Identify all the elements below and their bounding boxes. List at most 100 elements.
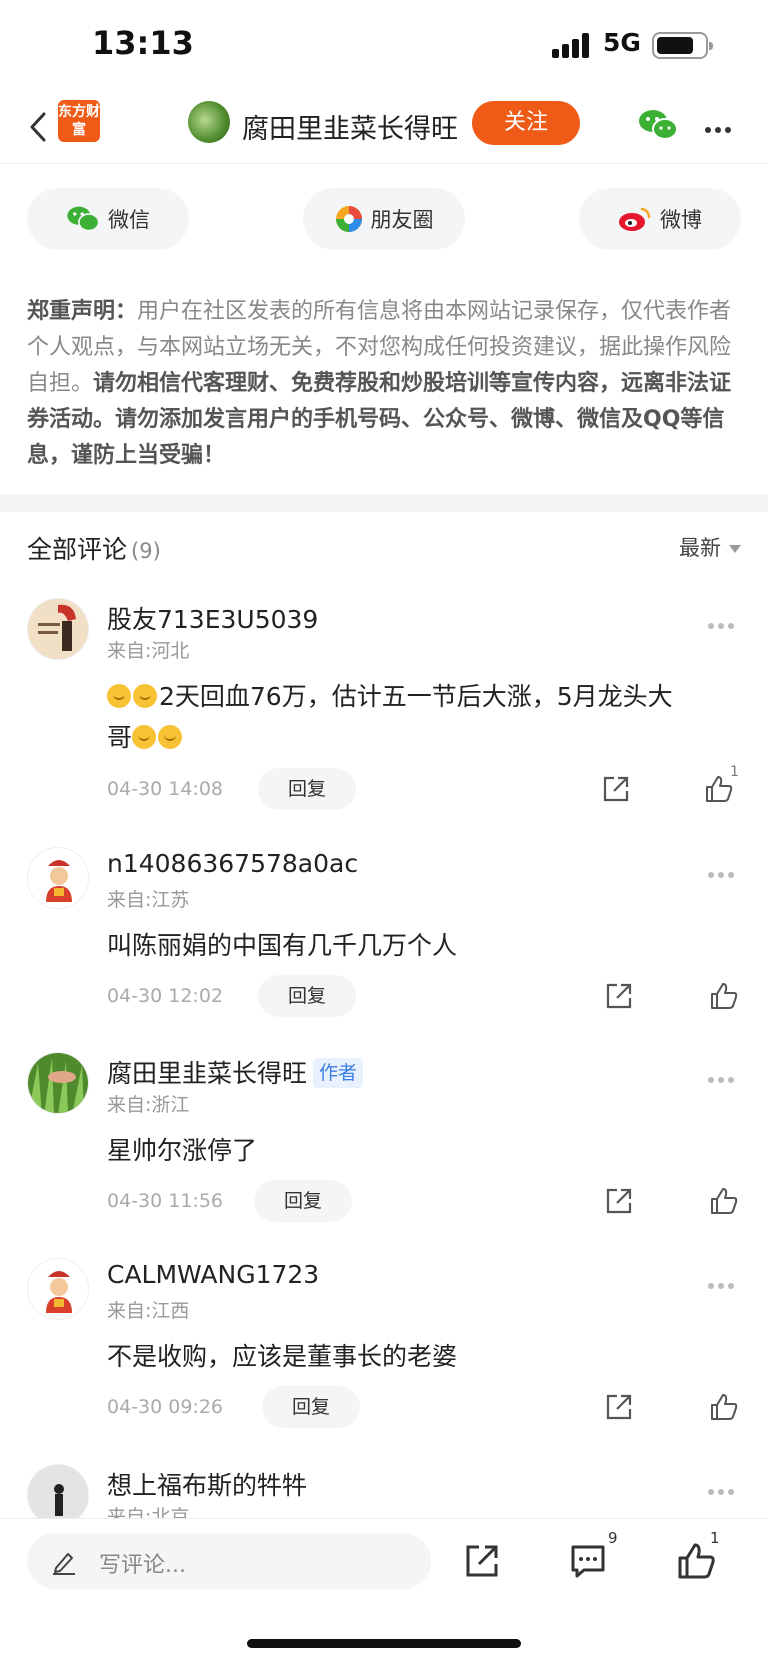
author-badge: 作者: [313, 1058, 364, 1088]
more-options-icon[interactable]: [708, 1068, 738, 1087]
comment-item: CALMWANG1723 来自:江西 不是收购，应该是董事长的老婆 04-30 …: [0, 1258, 768, 1428]
emoji-icon: [133, 684, 157, 708]
network-label: 5G: [603, 28, 641, 57]
share-row: 微信 朋友圈 微博: [0, 188, 768, 252]
comment-username[interactable]: CALMWANG1723: [107, 1260, 319, 1289]
back-icon[interactable]: [26, 108, 56, 146]
more-options-icon[interactable]: [708, 1480, 738, 1499]
like-count: 1: [730, 764, 739, 780]
more-options-icon[interactable]: [708, 614, 738, 633]
share-moments-label: 朋友圈: [370, 208, 434, 232]
comment-count: 9: [608, 1529, 618, 1547]
avatar[interactable]: [27, 1052, 89, 1114]
pencil-icon: [53, 1553, 75, 1575]
disclaimer: 郑重声明：用户在社区发表的所有信息将由本网站记录保存，仅代表作者个人观点，与本网…: [27, 294, 741, 474]
comment-location: 来自:北京: [107, 1506, 190, 1518]
reply-button[interactable]: 回复: [258, 768, 356, 810]
section-divider: [0, 494, 768, 512]
emoji-icon: [107, 684, 131, 708]
comment-location: 来自:浙江: [107, 1094, 190, 1116]
like-icon[interactable]: [676, 1541, 716, 1581]
comments-count: (9): [131, 539, 161, 563]
share-icon[interactable]: [604, 1186, 634, 1216]
top-nav: 东方财富 腐田里韭菜长得旺 关注: [0, 90, 768, 164]
like-icon[interactable]: [709, 1392, 739, 1422]
comment-location: 来自:江苏: [107, 889, 190, 911]
comment-input[interactable]: 写评论...: [27, 1533, 431, 1589]
comment-text: 2天回血76万，估计五一节后大涨，5月龙头大 哥: [107, 676, 737, 758]
caret-down-icon: [729, 545, 741, 553]
comment-username[interactable]: 股友713E3U5039: [107, 600, 318, 636]
sort-dropdown[interactable]: 最新: [679, 532, 741, 562]
comment-text: 叫陈丽娟的中国有几千几万个人: [107, 931, 458, 960]
share-icon[interactable]: [604, 1392, 634, 1422]
comment-time: 04-30 12:02: [107, 985, 224, 1007]
like-icon[interactable]: [709, 981, 739, 1011]
weibo-icon: [619, 207, 651, 231]
avatar[interactable]: [27, 1258, 89, 1320]
share-weibo-button[interactable]: 微博: [579, 188, 741, 250]
comments-title: 全部评论: [27, 535, 128, 564]
home-indicator[interactable]: [247, 1639, 521, 1648]
share-weibo-label: 微博: [660, 208, 702, 232]
status-time: 13:13: [92, 24, 194, 62]
like-count: 1: [710, 1529, 720, 1547]
user-avatar-image: [28, 1465, 88, 1518]
reply-button[interactable]: 回复: [258, 975, 356, 1017]
comment-placeholder: 写评论...: [99, 1553, 186, 1578]
signal-icon: [552, 32, 594, 58]
comment-text-part: 哥: [107, 723, 133, 752]
avatar[interactable]: [27, 847, 89, 909]
avatar[interactable]: [27, 598, 89, 660]
comment-time: 04-30 09:26: [107, 1396, 224, 1418]
like-icon[interactable]: [709, 1186, 739, 1216]
comment-time: 04-30 11:56: [107, 1190, 224, 1212]
comment-text: 不是收购，应该是董事长的老婆: [107, 1342, 458, 1371]
reply-button[interactable]: 回复: [262, 1386, 360, 1428]
comment-item: 腐田里韭菜长得旺 作者 来自:浙江 星帅尔涨停了 04-30 11:56 回复: [0, 1052, 768, 1222]
share-moments-button[interactable]: 朋友圈: [303, 188, 465, 250]
bottom-bar: 写评论... 9 1: [0, 1518, 768, 1662]
user-avatar-image: [28, 1053, 88, 1113]
share-icon[interactable]: [462, 1541, 502, 1581]
page-title: 腐田里韭菜长得旺: [242, 114, 458, 145]
comment-item: 股友713E3U5039 来自:河北 2天回血76万，估计五一节后大涨，5月龙头…: [0, 598, 768, 828]
comment-text: 星帅尔涨停了: [107, 1136, 258, 1165]
avatar[interactable]: [27, 1464, 89, 1518]
share-icon[interactable]: [604, 981, 634, 1011]
disclaimer-label: 郑重声明：: [27, 299, 138, 324]
status-bar: 13:13 5G: [0, 0, 768, 90]
emoji-icon: [132, 725, 157, 749]
user-avatar-image: [28, 848, 88, 908]
comment-text-part: 2天回血76万，估计五一节后大涨，5月龙头大: [159, 682, 673, 711]
more-options-icon[interactable]: [708, 863, 738, 882]
author-avatar[interactable]: [188, 101, 230, 143]
moments-icon: [335, 206, 362, 232]
share-wechat-button[interactable]: 微信: [27, 188, 189, 250]
comment-icon[interactable]: [568, 1541, 608, 1581]
comment-item: 想上福布斯的牪牪 来自:北京: [0, 1464, 768, 1518]
disclaimer-warning: 请勿相信代客理财、免费荐股和炒股培训等宣传内容，远离非法证券活动。请勿添加发言用…: [27, 371, 732, 468]
wechat-icon[interactable]: [638, 108, 678, 142]
reply-button[interactable]: 回复: [254, 1180, 352, 1222]
comment-username[interactable]: 想上福布斯的牪牪: [107, 1466, 307, 1502]
share-wechat-label: 微信: [108, 208, 150, 232]
share-icon[interactable]: [601, 774, 631, 804]
user-avatar-image: [28, 1259, 88, 1319]
wechat-icon: [67, 206, 100, 232]
comment-username[interactable]: n14086367578a0ac: [107, 849, 358, 878]
follow-button[interactable]: 关注: [472, 101, 580, 145]
user-avatar-image: [28, 599, 88, 659]
comment-username[interactable]: 腐田里韭菜长得旺 作者: [107, 1054, 364, 1090]
comment-username-text: 腐田里韭菜长得旺: [107, 1059, 308, 1088]
more-options-icon[interactable]: [708, 1274, 738, 1293]
comment-item: n14086367578a0ac 来自:江苏 叫陈丽娟的中国有几千几万个人 04…: [0, 847, 768, 1017]
battery-icon: [652, 32, 713, 59]
comments-header: 全部评论 (9) 最新: [27, 530, 741, 570]
app-logo: 东方财富: [58, 100, 100, 142]
more-icon[interactable]: [705, 118, 737, 133]
comment-location: 来自:河北: [107, 640, 190, 662]
comment-time: 04-30 14:08: [107, 778, 224, 800]
emoji-icon: [158, 725, 183, 749]
comment-location: 来自:江西: [107, 1300, 190, 1322]
